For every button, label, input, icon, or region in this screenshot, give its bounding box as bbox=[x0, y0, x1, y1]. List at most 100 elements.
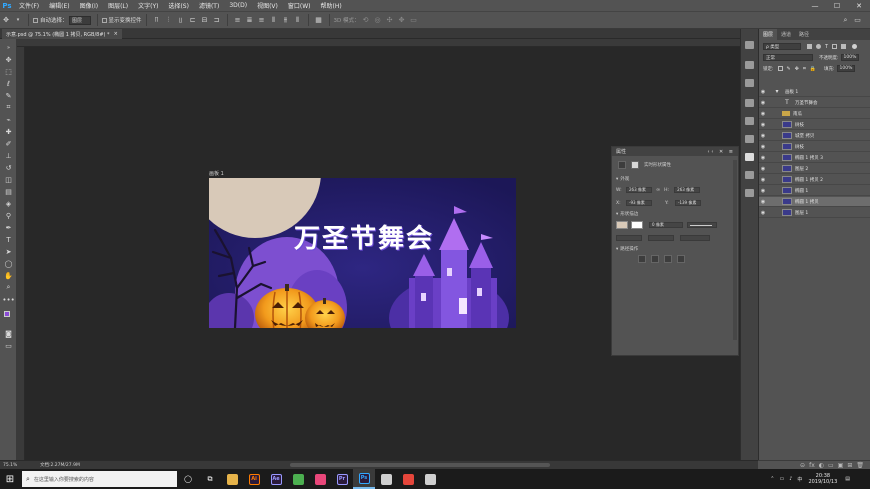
taskbar-app-circle-icon[interactable] bbox=[375, 469, 397, 489]
taskbar-pr-icon[interactable]: Pr bbox=[331, 469, 353, 489]
visibility-eye-icon[interactable]: ◉ bbox=[759, 111, 767, 117]
adjustments-panel-icon[interactable] bbox=[745, 135, 754, 143]
zoom-tool-icon[interactable]: ⌕ bbox=[3, 283, 14, 292]
fill-swatch[interactable] bbox=[616, 221, 628, 229]
filter-pixel-icon[interactable] bbox=[807, 44, 812, 49]
3d-scale-icon[interactable]: ▭ bbox=[409, 14, 418, 26]
tab-paths[interactable]: 路径 bbox=[795, 29, 813, 40]
taskbar-chrome2-icon[interactable] bbox=[397, 469, 419, 489]
visibility-eye-icon[interactable]: ◉ bbox=[759, 177, 767, 183]
brush-tool-icon[interactable]: ✐ bbox=[3, 139, 14, 148]
menu-help[interactable]: 帮助(H) bbox=[316, 1, 347, 10]
taskbar-app-pink-icon[interactable] bbox=[309, 469, 331, 489]
lasso-tool-icon[interactable]: ℓ bbox=[3, 79, 14, 88]
visibility-eye-icon[interactable]: ◉ bbox=[759, 199, 767, 205]
vector-mask-icon[interactable] bbox=[631, 161, 639, 169]
workspace-icon[interactable]: ▭ bbox=[853, 14, 862, 26]
stroke-width-input[interactable]: 0 像素 bbox=[649, 222, 683, 228]
opacity-input[interactable]: 100% bbox=[840, 54, 860, 61]
layer-row[interactable]: ◉ 椭圆 1 bbox=[759, 186, 870, 196]
auto-select-checkbox[interactable] bbox=[33, 17, 38, 23]
visibility-eye-icon[interactable]: ◉ bbox=[759, 210, 767, 216]
3d-pan-icon[interactable]: ✣ bbox=[385, 14, 394, 26]
distribute-top-icon[interactable]: ≡ bbox=[233, 14, 242, 26]
link-layers-icon[interactable]: ⊝ bbox=[800, 462, 805, 469]
close-window-button[interactable]: ✕ bbox=[848, 2, 870, 10]
menu-window[interactable]: 窗口(W) bbox=[283, 1, 316, 10]
filter-shape-icon[interactable] bbox=[832, 44, 838, 49]
quick-mask-icon[interactable]: ◙ bbox=[3, 329, 14, 338]
document-info[interactable]: 文档:2.27M/27.9M bbox=[20, 462, 80, 468]
new-group-icon[interactable]: ▣ bbox=[838, 462, 844, 469]
new-layer-icon[interactable]: ⊞ bbox=[847, 462, 852, 469]
visibility-eye-icon[interactable]: ◉ bbox=[759, 89, 767, 95]
layer-filter-dropdown[interactable]: ρ 类型 bbox=[763, 43, 801, 50]
eraser-tool-icon[interactable]: ◫ bbox=[3, 175, 14, 184]
menu-edit[interactable]: 编辑(E) bbox=[44, 1, 74, 10]
stamp-tool-icon[interactable]: ⊥ bbox=[3, 151, 14, 160]
layer-row[interactable]: ◉ 图层 2 bbox=[759, 164, 870, 174]
stroke-align-dropdown[interactable] bbox=[616, 235, 642, 241]
document-tab[interactable]: 示意.psd @ 75.1% (椭圆 1 拷贝, RGB/8#) * × bbox=[2, 29, 122, 39]
ime-icon[interactable]: 中 bbox=[797, 476, 802, 483]
zoom-level[interactable]: 75.1% bbox=[0, 463, 20, 468]
align-top-icon[interactable]: ⫪ bbox=[152, 14, 161, 26]
task-view-icon[interactable]: ⧉ bbox=[199, 469, 221, 489]
taskbar-ai-icon[interactable]: Ai bbox=[243, 469, 265, 489]
healing-tool-icon[interactable]: ✚ bbox=[3, 127, 14, 136]
height-input[interactable]: 263 像素 bbox=[674, 187, 701, 193]
visibility-eye-icon[interactable]: ◉ bbox=[759, 100, 767, 106]
taskbar-chrome-icon[interactable] bbox=[287, 469, 309, 489]
visibility-eye-icon[interactable]: ◉ bbox=[759, 144, 767, 150]
align-vcenter-icon[interactable]: ⫶ bbox=[164, 14, 173, 26]
layer-row[interactable]: ◉ 南瓜 bbox=[759, 109, 870, 119]
menu-select[interactable]: 选择(S) bbox=[163, 1, 194, 10]
menu-view[interactable]: 视图(V) bbox=[252, 1, 283, 10]
eyedropper-tool-icon[interactable]: ⌁ bbox=[3, 115, 14, 124]
section-arrow-icon[interactable]: ▾ bbox=[616, 177, 618, 182]
stroke-swatch[interactable] bbox=[631, 221, 643, 229]
3d-roll-icon[interactable]: ◎ bbox=[373, 14, 382, 26]
search-icon[interactable]: ⌕ bbox=[841, 14, 850, 26]
delete-layer-icon[interactable]: 🗑 bbox=[856, 462, 864, 469]
lock-pixels-icon[interactable]: ✎ bbox=[787, 66, 791, 72]
add-style-icon[interactable]: fx bbox=[809, 462, 815, 469]
windows-start-icon[interactable]: ⊞ bbox=[0, 469, 20, 489]
crop-tool-icon[interactable]: ⌗ bbox=[3, 103, 14, 112]
align-right-icon[interactable]: ⊐ bbox=[212, 14, 221, 26]
actions-panel-icon[interactable] bbox=[745, 61, 754, 69]
link-dimensions-icon[interactable]: ∞ bbox=[656, 187, 660, 193]
visibility-eye-icon[interactable]: ◉ bbox=[759, 133, 767, 139]
y-input[interactable]: -139 像素 bbox=[675, 200, 701, 206]
show-transform-checkbox[interactable] bbox=[101, 17, 107, 23]
filter-smart-icon[interactable] bbox=[841, 44, 847, 49]
collapse-toolbar-icon[interactable]: » bbox=[3, 43, 14, 52]
lock-all-icon[interactable]: 🔒 bbox=[810, 66, 816, 72]
layer-row[interactable]: ◉ 树枝 bbox=[759, 120, 870, 130]
distribute-hcenter-icon[interactable]: ⫵ bbox=[281, 14, 290, 26]
panel-controls[interactable]: ‹‹ ✕ ≡ bbox=[707, 149, 738, 155]
swatches-panel-icon[interactable] bbox=[745, 117, 754, 125]
add-mask-icon[interactable]: ▭ bbox=[828, 462, 834, 469]
layer-row[interactable]: ◉ 树枝 bbox=[759, 142, 870, 152]
horizontal-scrollbar[interactable] bbox=[290, 463, 550, 467]
taskbar-ae-icon[interactable]: Ae bbox=[265, 469, 287, 489]
menu-type[interactable]: 文字(Y) bbox=[133, 1, 163, 10]
layer-row[interactable]: ◉ 图层 1 bbox=[759, 208, 870, 218]
minimize-button[interactable]: — bbox=[804, 2, 826, 10]
visibility-eye-icon[interactable]: ◉ bbox=[759, 166, 767, 172]
paragraph-panel-icon[interactable] bbox=[745, 189, 754, 197]
color-panel-icon[interactable] bbox=[745, 99, 754, 107]
network-icon[interactable]: ▭ bbox=[779, 476, 784, 482]
type-tool-icon[interactable]: T bbox=[3, 235, 14, 244]
auto-select-dropdown[interactable]: 图层 bbox=[69, 15, 92, 25]
filter-type-icon[interactable]: T bbox=[825, 44, 828, 50]
volume-icon[interactable]: ♪ bbox=[789, 476, 792, 482]
more-tools-icon[interactable]: ••• bbox=[2, 295, 14, 304]
3d-rotate-icon[interactable]: ⟲ bbox=[361, 14, 370, 26]
foreground-color-swatch[interactable] bbox=[4, 311, 10, 317]
maximize-button[interactable]: ☐ bbox=[826, 2, 848, 10]
subtract-shape-icon[interactable] bbox=[651, 255, 659, 263]
layer-row[interactable]: ◉ T 万圣节舞会 bbox=[759, 98, 870, 108]
pixel-mask-icon[interactable] bbox=[618, 161, 626, 169]
